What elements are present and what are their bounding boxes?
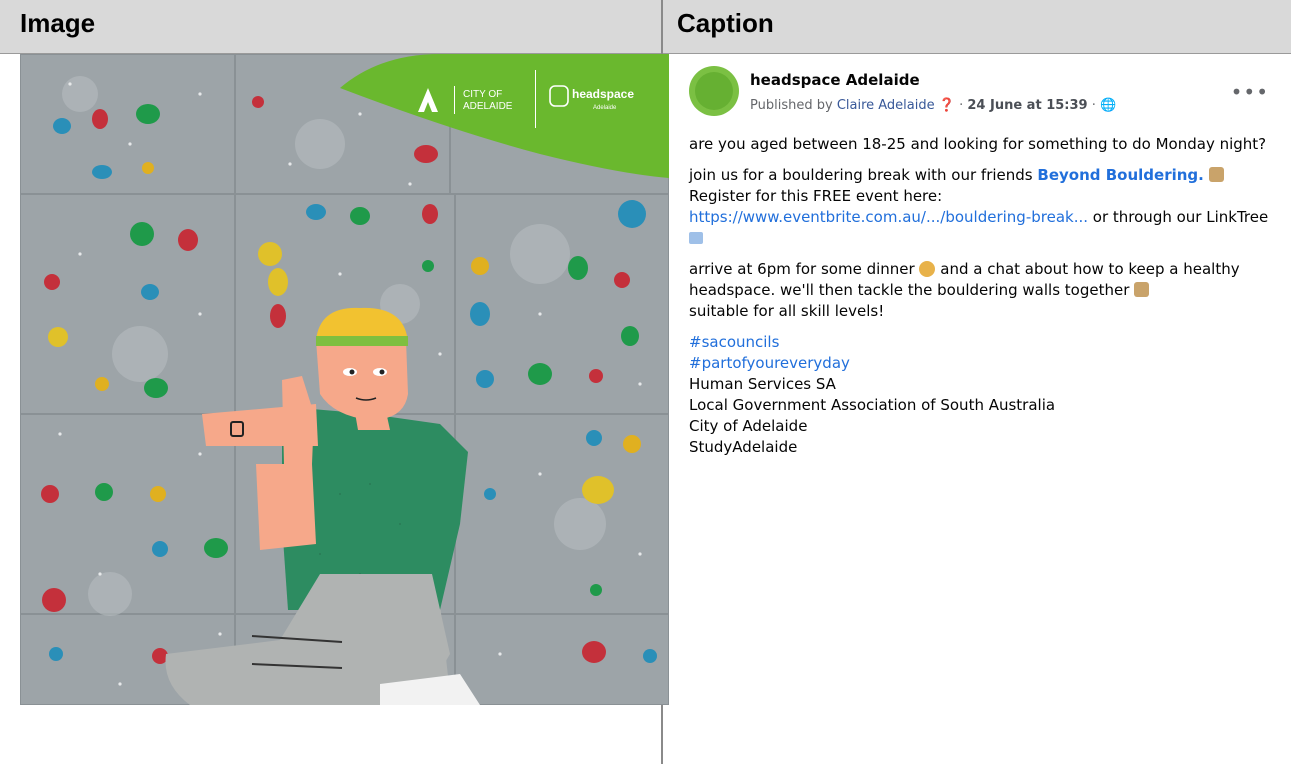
svg-text:CITY OF: CITY OF [463,89,502,100]
climbing-wall-illustration: CITY OF ADELAIDE headspace Adelaide [20,54,669,705]
tag-lga-sa: Local Government Association of South Au… [689,396,1056,414]
post-body: are you aged between 18-25 and looking f… [689,134,1279,458]
beyond-bouldering-link[interactable]: Beyond Bouldering. [1037,166,1203,184]
image-column-header: Image [0,0,661,54]
image-header-label: Image [20,8,96,38]
hashtag-sacouncils[interactable]: #sacouncils [689,332,1279,353]
question-icon[interactable]: ❓ [939,98,955,113]
climber-emoji-icon [1134,282,1150,297]
post-image[interactable]: CITY OF ADELAIDE headspace Adelaide [20,54,669,705]
tag-city-of-adelaide: City of Adelaide [689,417,808,435]
published-prefix: Published by [750,98,833,113]
globe-icon: 🌐 [1100,98,1117,113]
svg-text:headspace: headspace [572,87,634,101]
more-options-icon[interactable]: ••• [1231,80,1269,104]
post-date[interactable]: 24 June at 15:39 [967,98,1087,113]
paragraph-2: join us for a bouldering break with our … [689,165,1279,249]
tags-list: #sacouncils #partofyoureveryday Human Se… [689,332,1279,458]
climber-emoji-icon [1208,167,1224,182]
caption-column-header: Caption [663,0,1291,54]
svg-text:Adelaide: Adelaide [593,105,617,111]
puzzle-emoji-icon [689,232,703,244]
page-avatar[interactable] [689,66,739,116]
post-meta: Published by Claire Adelaide ❓ · 24 June… [750,98,1117,113]
headspace-logo-icon [695,72,733,110]
tag-studyadelaide: StudyAdelaide [689,438,798,456]
author-link[interactable]: Claire Adelaide [837,98,935,113]
eventbrite-link[interactable]: https://www.eventbrite.com.au/.../boulde… [689,208,1088,226]
hashtag-partofyoureveryday[interactable]: #partofyoureveryday [689,353,1279,374]
page-name-link[interactable]: headspace Adelaide [750,71,920,89]
paragraph-3: arrive at 6pm for some dinner and a chat… [689,260,1240,320]
tag-human-services: Human Services SA [689,375,836,393]
burrito-emoji-icon [919,261,936,277]
svg-text:ADELAIDE: ADELAIDE [463,101,513,112]
caption-header-label: Caption [677,8,774,38]
paragraph-1: are you aged between 18-25 and looking f… [689,135,1267,153]
